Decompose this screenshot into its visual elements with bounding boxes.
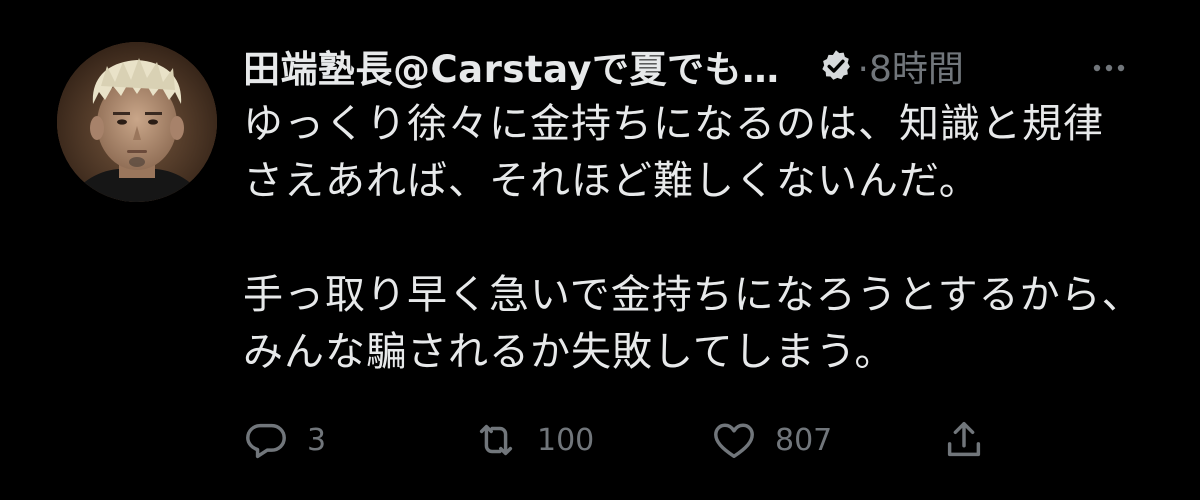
heart-icon	[711, 417, 757, 463]
avatar[interactable]	[57, 42, 217, 202]
tweet-text: ゆっくり徐々に金持ちになるのは、知識と規律さえあれば、それほど難しくないんだ。 …	[243, 96, 1143, 381]
more-icon[interactable]	[1087, 46, 1131, 86]
share-button[interactable]	[941, 412, 987, 468]
reply-count: 3	[307, 422, 327, 458]
like-button[interactable]: 807	[711, 412, 832, 468]
tweet-actions: 3 100 807	[243, 412, 1003, 468]
reply-button[interactable]: 3	[243, 412, 326, 468]
share-icon	[941, 417, 987, 463]
tweet-time[interactable]: ·8時間	[858, 40, 964, 92]
tweet-paragraph: 手っ取り早く急いで金持ちになろうとするから、みんな騙されるか失敗してしまう。	[243, 272, 1143, 375]
retweet-count: 100	[537, 422, 595, 458]
like-count: 807	[775, 422, 833, 458]
reply-icon	[243, 417, 289, 463]
verified-badge-icon	[818, 48, 854, 84]
retweet-button[interactable]: 100	[473, 412, 594, 468]
tweet-paragraph: ゆっくり徐々に金持ちになるのは、知識と規律さえあれば、それほど難しくないんだ。	[243, 101, 1104, 204]
tweet[interactable]: 田端塾長@Carstayで夏でも… ·8時間 ゆっくり徐々に金持ちになるのは、知…	[0, 0, 1200, 500]
retweet-icon	[473, 417, 519, 463]
tweet-header: 田端塾長@Carstayで夏でも… ·8時間	[243, 36, 1163, 96]
display-name[interactable]: 田端塾長@Carstayで夏でも…	[243, 39, 780, 93]
